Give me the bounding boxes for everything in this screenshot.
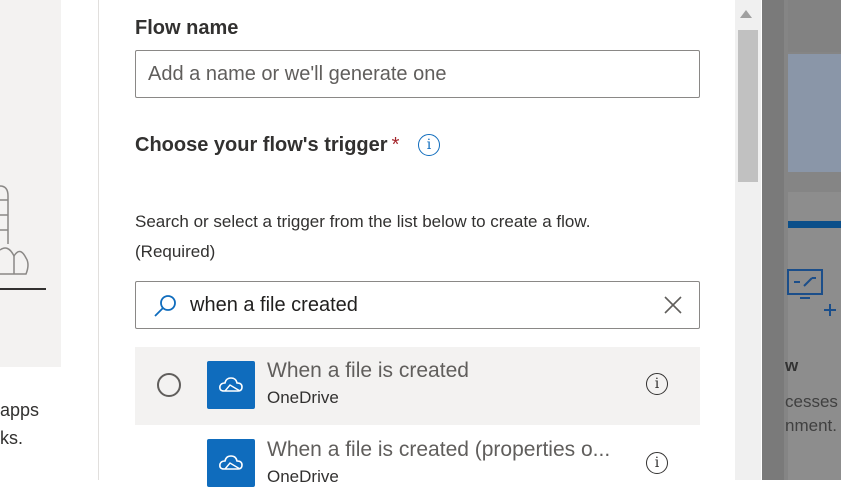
clear-search-icon[interactable] [662,294,684,316]
build-flow-dialog: Flow name Choose your flow's trigger* i … [99,0,762,487]
helper-text-line: Search or select a trigger from the list… [135,212,591,231]
background-left-panel: apps ks. [0,0,100,480]
illustration [0,0,61,367]
trigger-option[interactable]: When a file is created OneDrive i [135,347,700,425]
trigger-info-icon[interactable]: i [646,452,668,474]
trigger-search-box[interactable]: when a file created [135,281,700,329]
trigger-info-icon[interactable]: i [418,134,440,156]
helper-text: Search or select a trigger from the list… [135,207,695,267]
background-description: apps ks. [0,396,39,452]
trigger-info-icon[interactable]: i [646,373,668,395]
trigger-option[interactable]: When a file is created (properties o... … [135,425,700,503]
trigger-connector: OneDrive [267,467,339,486]
helper-required-text: (Required) [135,242,216,261]
trigger-label-text: Choose your flow's trigger [135,134,388,156]
overlay-edge [762,0,784,480]
search-input[interactable]: when a file created [190,294,358,317]
background-card-description: cesses nment. [785,392,838,435]
trigger-label: Choose your flow's trigger * [135,134,399,157]
scroll-up-arrow-icon[interactable] [740,10,752,18]
onedrive-icon [207,361,255,409]
background-card-title: w [785,356,799,375]
illustration-graphic [0,185,46,290]
trigger-title: When a file is created (properties o... [267,438,611,461]
trigger-title: When a file is created [267,359,469,382]
flow-name-input[interactable] [136,51,688,97]
scroll-thumb[interactable] [738,30,758,182]
background-card-accent [788,221,841,228]
background-text-line: ks. [0,428,24,448]
background-card [788,0,841,52]
background-text-line: apps [0,400,40,420]
trigger-radio[interactable] [157,373,181,397]
background-card-selected [788,54,841,172]
flow-name-label: Flow name [135,17,239,39]
flow-name-field-box [135,50,700,98]
desktop-flow-icon [787,269,836,316]
search-icon [154,295,176,317]
required-marker: * [391,134,400,156]
trigger-connector: OneDrive [267,388,339,407]
